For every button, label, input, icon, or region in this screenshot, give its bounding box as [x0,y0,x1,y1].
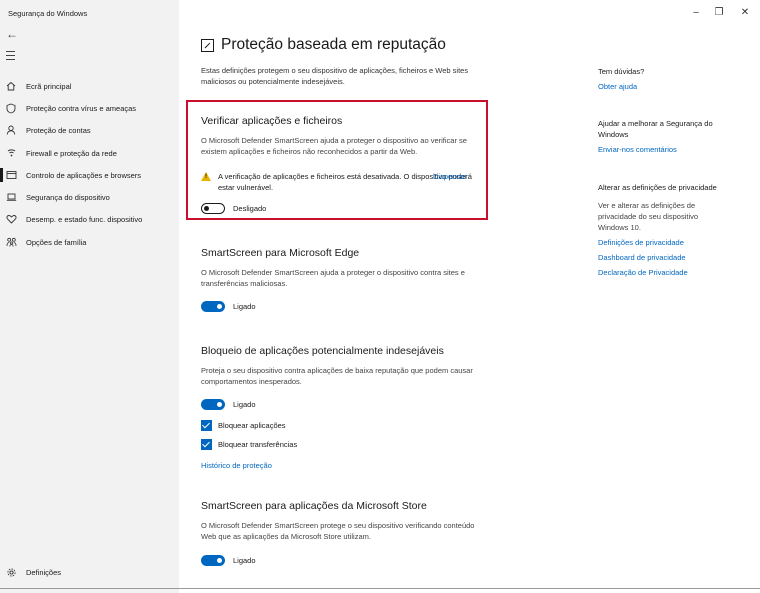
section-description: O Microsoft Defender SmartScreen ajuda a… [201,268,465,288]
block-apps-checkbox-row[interactable]: Bloquear aplicações [201,420,286,431]
privacy-title: Alterar as definições de privacidade [598,183,717,192]
toggle-label: Ligado [233,302,256,311]
active-indicator [0,168,3,182]
sidebar-item-label: Opções de família [26,237,87,247]
sidebar-item-label: Ecrã principal [26,81,72,91]
back-arrow-icon[interactable]: ← [6,27,18,41]
section-title: SmartScreen para aplicações da Microsoft… [201,500,427,512]
reputation-protection-icon [201,38,214,52]
edge-toggle[interactable] [201,301,225,312]
checkbox-label: Bloquear aplicações [218,421,286,430]
section-description: Proteja o seu dispositivo contra aplicaç… [201,366,473,386]
sidebar-item-label: Proteção de contas [26,125,91,135]
feedback-link[interactable]: Enviar-nos comentários [598,144,743,155]
help-section: Tem dúvidas? Obter ajuda [598,66,743,92]
section-description: O Microsoft Defender SmartScreen ajuda a… [201,136,467,156]
sidebar-item-firewall[interactable]: Firewall e proteção da rede [0,143,179,163]
dismiss-link[interactable]: Dispensar [433,171,467,182]
edge-toggle-row: Ligado [201,301,256,312]
settings-label: Definições [26,567,62,577]
sidebar: ← Ecrã principal Proteção contra vírus e… [0,0,179,593]
page-header: Proteção baseada em reputação [201,36,446,54]
sidebar-item-home[interactable]: Ecrã principal [0,76,179,96]
sidebar-item-device-performance[interactable]: Desemp. e estado func. dispositivo [0,209,179,229]
section-check-apps-files: Verificar aplicações e ficheiros O Micro… [201,115,486,157]
protection-history-link[interactable]: Histórico de proteção [201,461,486,470]
gear-icon [5,566,17,578]
pua-toggle[interactable] [201,399,225,410]
hamburger-menu-icon[interactable] [6,51,15,63]
section-title: Bloqueio de aplicações potencialmente in… [201,345,444,357]
sidebar-item-app-browser-control[interactable]: Controlo de aplicações e browsers [0,165,179,185]
pua-toggle-row: Ligado [201,399,256,410]
section-title: Verificar aplicações e ficheiros [201,115,343,127]
window-bottom-border [0,588,760,589]
maximize-button[interactable]: ❐ [712,7,726,18]
section-smartscreen-edge: SmartScreen para Microsoft Edge O Micros… [201,247,486,289]
home-icon [5,80,17,92]
privacy-description: Ver e alterar as definições de privacida… [598,201,699,232]
sidebar-item-settings[interactable]: Definições [0,562,179,582]
get-help-link[interactable]: Obter ajuda [598,81,743,92]
page-intro: Estas definições protegem o seu disposit… [201,66,469,86]
section-pua-blocking: Bloqueio de aplicações potencialmente in… [201,345,486,387]
privacy-section: Alterar as definições de privacidade Ver… [598,182,743,278]
minimize-button[interactable]: – [689,7,703,18]
store-toggle-row: Ligado [201,555,256,566]
privacy-settings-link[interactable]: Definições de privacidade [598,237,743,248]
privacy-dashboard-link[interactable]: Dashboard de privacidade [598,252,743,263]
improve-title: Ajudar a melhorar a Segurança do Windows [598,119,713,139]
questions-title: Tem dúvidas? [598,67,645,76]
sidebar-item-label: Controlo de aplicações e browsers [26,170,142,180]
store-toggle[interactable] [201,555,225,566]
toggle-label: Ligado [233,556,256,565]
warning-text: A verificação de aplicações e ficheiros … [218,171,473,193]
family-icon [5,236,17,248]
apps-files-toggle-row: Desligado [201,203,266,214]
browser-window-icon [5,169,17,181]
sidebar-item-family-options[interactable]: Opções de família [0,232,179,252]
block-apps-checkbox[interactable] [201,420,212,431]
block-downloads-checkbox[interactable] [201,439,212,450]
close-button[interactable]: ✕ [738,7,752,18]
sidebar-item-label: Firewall e proteção da rede [26,148,117,158]
section-description: O Microsoft Defender SmartScreen protege… [201,521,475,541]
page-title: Proteção baseada em reputação [221,36,446,53]
apps-files-toggle[interactable] [201,203,225,214]
app-title: Segurança do Windows [8,9,88,18]
shield-icon [5,102,17,114]
section-smartscreen-store: SmartScreen para aplicações da Microsoft… [201,500,486,542]
sidebar-item-label: Segurança do dispositivo [26,192,110,202]
heart-icon [5,213,17,225]
sidebar-item-virus-protection[interactable]: Proteção contra vírus e ameaças [0,98,179,118]
sidebar-item-label: Proteção contra vírus e ameaças [26,103,137,113]
title-bar: Segurança do Windows – ❐ ✕ [0,0,760,28]
feedback-section: Ajudar a melhorar a Segurança do Windows… [598,118,743,155]
toggle-label: Desligado [233,204,267,213]
block-downloads-checkbox-row[interactable]: Bloquear transferências [201,439,297,450]
laptop-icon [5,191,17,203]
person-icon [5,124,17,136]
wifi-icon [5,147,17,159]
sidebar-item-label: Desemp. e estado func. dispositivo [26,214,143,224]
sidebar-item-device-security[interactable]: Segurança do dispositivo [0,187,179,207]
checkbox-label: Bloquear transferências [218,440,298,449]
section-title: SmartScreen para Microsoft Edge [201,247,360,259]
sidebar-item-account-protection[interactable]: Proteção de contas [0,120,179,140]
toggle-label: Ligado [233,400,256,409]
privacy-statement-link[interactable]: Declaração de Privacidade [598,267,743,278]
